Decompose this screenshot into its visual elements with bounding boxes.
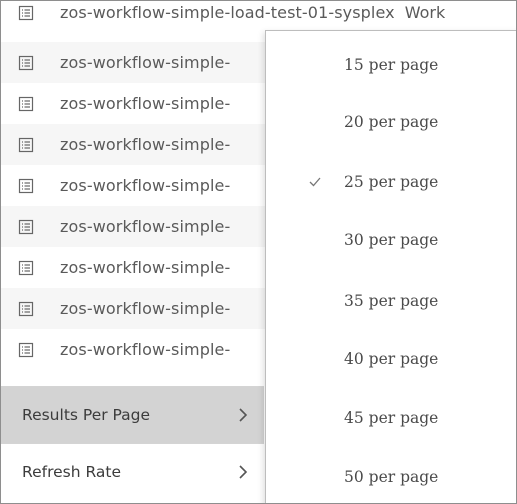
option-label: 25 per page <box>344 172 439 191</box>
list-document-icon <box>18 342 34 357</box>
option-label: 35 per page <box>344 291 439 310</box>
list-document-icon <box>18 137 34 152</box>
workflow-name: zos-workflow-simple- <box>60 217 231 236</box>
workflow-type: Work <box>404 3 446 22</box>
per-page-option-45[interactable]: 45 per page <box>266 388 516 447</box>
list-document-icon <box>18 301 34 316</box>
workflow-name: zos-workflow-simple- <box>60 340 231 359</box>
menu-item-label: Results Per Page <box>22 406 151 424</box>
chevron-right-icon <box>239 465 248 479</box>
results-per-page-menu-item[interactable]: Results Per Page <box>1 386 264 443</box>
list-document-icon <box>18 55 34 70</box>
option-label: 15 per page <box>344 55 439 74</box>
workflow-name: zos-workflow-simple- <box>60 135 231 154</box>
workflow-name: zos-workflow-simple- <box>60 258 231 277</box>
list-document-icon <box>18 260 34 275</box>
results-per-page-submenu: 15 per page 20 per page 25 per page 30 p… <box>265 30 516 503</box>
workflow-name: zos-workflow-simple- <box>60 94 231 113</box>
list-document-icon <box>18 96 34 111</box>
per-page-option-20[interactable]: 20 per page <box>266 92 516 151</box>
context-menu: Results Per Page Refresh Rate <box>1 386 264 503</box>
workflow-name: zos-workflow-simple-load-test-01-sysplex <box>60 3 395 22</box>
per-page-option-30[interactable]: 30 per page <box>266 210 516 269</box>
workflow-name: zos-workflow-simple- <box>60 53 231 72</box>
option-label: 45 per page <box>344 408 439 427</box>
refresh-rate-menu-item[interactable]: Refresh Rate <box>1 443 264 500</box>
list-document-icon <box>18 178 34 193</box>
workflow-name: zos-workflow-simple- <box>60 299 231 318</box>
chevron-right-icon <box>239 408 248 422</box>
per-page-option-35[interactable]: 35 per page <box>266 271 516 330</box>
per-page-option-25[interactable]: 25 per page <box>266 152 516 211</box>
per-page-option-40[interactable]: 40 per page <box>266 329 516 388</box>
option-label: 30 per page <box>344 230 439 249</box>
option-label: 40 per page <box>344 349 439 368</box>
checkmark-icon <box>309 177 321 186</box>
menu-item-label: Refresh Rate <box>22 463 122 481</box>
option-label: 50 per page <box>344 467 439 486</box>
per-page-option-50[interactable]: 50 per page <box>266 447 516 503</box>
per-page-option-15[interactable]: 15 per page <box>266 35 516 94</box>
list-document-icon <box>18 5 34 20</box>
list-document-icon <box>18 219 34 234</box>
option-label: 20 per page <box>344 112 439 131</box>
list-item[interactable]: zos-workflow-simple-load-test-01-sysplex… <box>1 1 516 33</box>
workflow-list-panel: zos-workflow-simple-load-test-01-sysplex… <box>0 0 517 504</box>
workflow-name: zos-workflow-simple- <box>60 176 231 195</box>
